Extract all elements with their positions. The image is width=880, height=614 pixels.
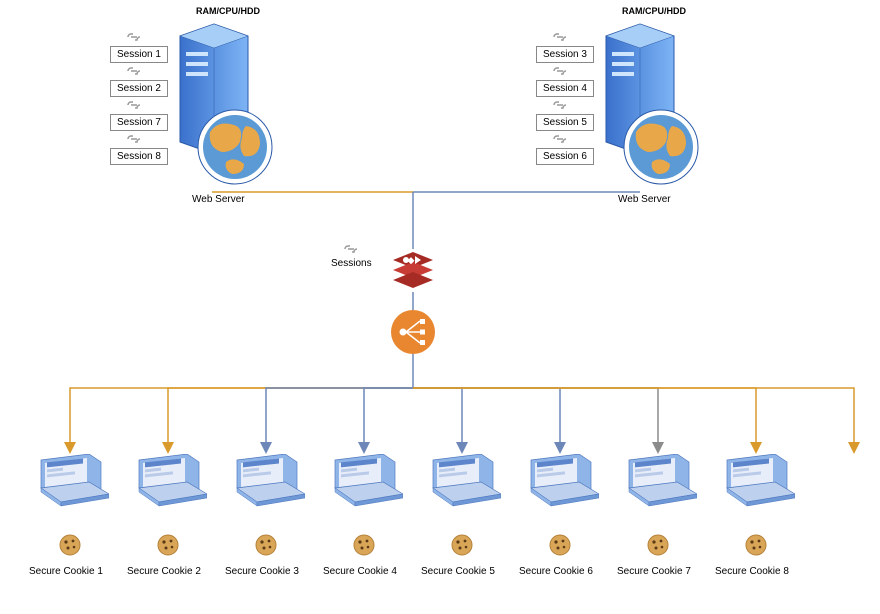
- server1-link-icon-0: [126, 32, 142, 42]
- server1-session-3: Session 8: [110, 148, 168, 165]
- cookie-label-1: Secure Cookie 2: [127, 566, 201, 577]
- client-laptop-5: [521, 454, 599, 512]
- client-laptop-0: [31, 454, 109, 512]
- cookie-icon-0: [59, 534, 81, 556]
- redis-icon: [391, 248, 435, 292]
- cookie-label-7: Secure Cookie 8: [715, 566, 789, 577]
- server2-link-icon-2: [552, 100, 568, 110]
- cookie-icon-7: [745, 534, 767, 556]
- server2-session-1: Session 4: [536, 80, 594, 97]
- server2-link-icon-1: [552, 66, 568, 76]
- server2-title: RAM/CPU/HDD: [622, 6, 686, 16]
- cookie-icon-2: [255, 534, 277, 556]
- server2-link-icon-3: [552, 134, 568, 144]
- server1-link-icon-3: [126, 134, 142, 144]
- cookie-label-6: Secure Cookie 7: [617, 566, 691, 577]
- client-laptop-2: [227, 454, 305, 512]
- server2-globe-icon: [622, 108, 700, 186]
- server2-session-0: Session 3: [536, 46, 594, 63]
- server2-session-3: Session 6: [536, 148, 594, 165]
- sessions-label: Sessions: [331, 258, 372, 269]
- client-laptop-3: [325, 454, 403, 512]
- server1-link-icon-1: [126, 66, 142, 76]
- server1-globe-icon: [196, 108, 274, 186]
- cookie-label-3: Secure Cookie 4: [323, 566, 397, 577]
- sessions-link-icon: [343, 244, 359, 254]
- cookie-label-0: Secure Cookie 1: [29, 566, 103, 577]
- cookie-icon-3: [353, 534, 375, 556]
- client-laptop-7: [717, 454, 795, 512]
- server1-caption: Web Server: [192, 194, 245, 205]
- client-laptop-1: [129, 454, 207, 512]
- server2-caption: Web Server: [618, 194, 671, 205]
- cookie-icon-1: [157, 534, 179, 556]
- server2-session-2: Session 5: [536, 114, 594, 131]
- cookie-label-5: Secure Cookie 6: [519, 566, 593, 577]
- cookie-label-2: Secure Cookie 3: [225, 566, 299, 577]
- cookie-icon-6: [647, 534, 669, 556]
- client-laptop-4: [423, 454, 501, 512]
- server1-title: RAM/CPU/HDD: [196, 6, 260, 16]
- server1-session-0: Session 1: [110, 46, 168, 63]
- load-balancer-icon: [391, 310, 435, 354]
- client-laptop-6: [619, 454, 697, 512]
- cookie-label-4: Secure Cookie 5: [421, 566, 495, 577]
- server1-session-1: Session 2: [110, 80, 168, 97]
- server1-link-icon-2: [126, 100, 142, 110]
- cookie-icon-4: [451, 534, 473, 556]
- server1-session-2: Session 7: [110, 114, 168, 131]
- cookie-icon-5: [549, 534, 571, 556]
- server2-link-icon-0: [552, 32, 568, 42]
